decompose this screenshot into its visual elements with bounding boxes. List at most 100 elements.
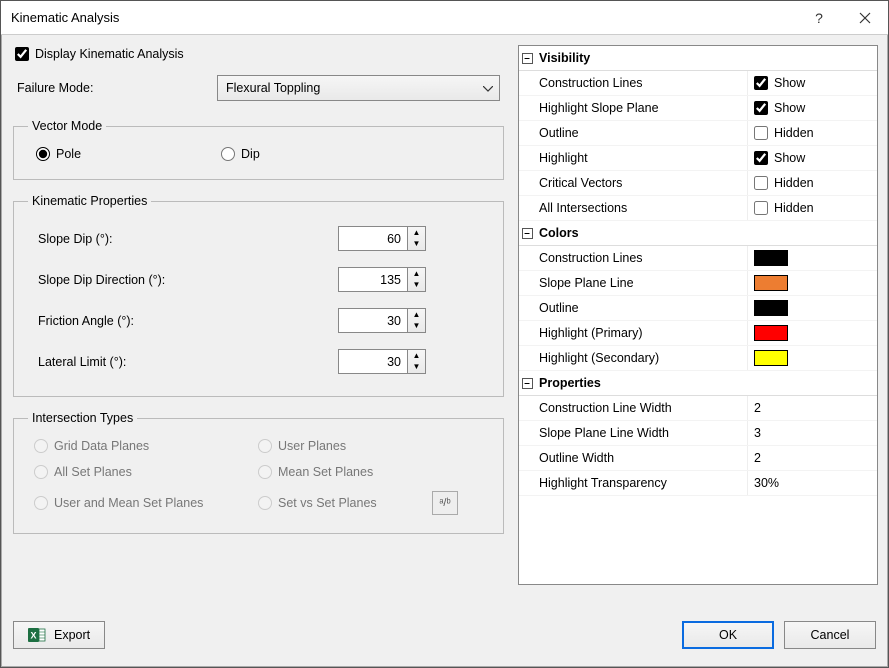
- visibility-highlight-slope-checkbox[interactable]: [754, 101, 768, 115]
- color-highlight-primary-label: Highlight (Primary): [535, 326, 747, 340]
- color-outline-swatch: [754, 300, 788, 316]
- set-vs-set-planes-label: Set vs Set Planes: [278, 496, 377, 510]
- set-vs-set-planes-radio: [258, 496, 272, 510]
- window-title: Kinematic Analysis: [11, 10, 796, 25]
- dialog-window: Kinematic Analysis ? Display Kinematic A…: [0, 0, 889, 668]
- visibility-section-label: Visibility: [535, 51, 877, 65]
- visibility-construction-lines-checkbox[interactable]: [754, 76, 768, 90]
- ok-button[interactable]: OK: [682, 621, 774, 649]
- slope-dip-dir-spinner[interactable]: ▲▼: [408, 267, 426, 292]
- visibility-construction-lines-value[interactable]: Show: [747, 71, 877, 95]
- user-planes-label: User Planes: [278, 439, 346, 453]
- vector-mode-pole-radio[interactable]: [36, 147, 50, 161]
- svg-text:X: X: [30, 631, 36, 641]
- visibility-all-intersections-label: All Intersections: [535, 201, 747, 215]
- colors-section-label: Colors: [535, 226, 877, 240]
- vector-mode-pole[interactable]: Pole: [36, 147, 81, 161]
- intersection-types-fieldset: Intersection Types Grid Data Planes User…: [13, 411, 504, 534]
- lateral-limit-input[interactable]: [338, 349, 408, 374]
- failure-mode-selected: Flexural Toppling: [226, 81, 320, 95]
- mean-set-planes-label: Mean Set Planes: [278, 465, 373, 479]
- friction-angle-spinner[interactable]: ▲▼: [408, 308, 426, 333]
- user-planes-radio: [258, 439, 272, 453]
- slope-dip-label: Slope Dip (°):: [38, 232, 338, 246]
- slope-dip-input[interactable]: [338, 226, 408, 251]
- visibility-all-intersections-checkbox[interactable]: [754, 201, 768, 215]
- intersection-types-legend: Intersection Types: [28, 411, 137, 425]
- kinematic-properties-fieldset: Kinematic Properties Slope Dip (°): ▲▼ S…: [13, 194, 504, 397]
- grid-data-planes-radio: [34, 439, 48, 453]
- vector-mode-dip[interactable]: Dip: [221, 147, 260, 161]
- color-highlight-secondary-swatch: [754, 350, 788, 366]
- collapse-toggle-properties[interactable]: –: [519, 378, 535, 389]
- color-highlight-primary-swatch: [754, 325, 788, 341]
- cancel-button[interactable]: Cancel: [784, 621, 876, 649]
- color-construction-lines-value[interactable]: [747, 246, 877, 270]
- friction-angle-label: Friction Angle (°):: [38, 314, 338, 328]
- color-highlight-secondary-value[interactable]: [747, 346, 877, 370]
- lateral-limit-label: Lateral Limit (°):: [38, 355, 338, 369]
- color-outline-value[interactable]: [747, 296, 877, 320]
- visibility-critical-vectors-value[interactable]: Hidden: [747, 171, 877, 195]
- visibility-critical-vectors-checkbox[interactable]: [754, 176, 768, 190]
- color-slope-plane-label: Slope Plane Line: [535, 276, 747, 290]
- help-button[interactable]: ?: [796, 1, 842, 35]
- display-analysis-checkbox[interactable]: [15, 47, 29, 61]
- prop-slope-width-value[interactable]: 3: [747, 421, 877, 445]
- close-button[interactable]: [842, 1, 888, 35]
- grid-data-planes: Grid Data Planes: [34, 439, 254, 453]
- visibility-highlight-slope-label: Highlight Slope Plane: [535, 101, 747, 115]
- visibility-highlight-slope-value[interactable]: Show: [747, 96, 877, 120]
- lateral-limit-spinner[interactable]: ▲▼: [408, 349, 426, 374]
- grid-data-planes-label: Grid Data Planes: [54, 439, 149, 453]
- export-button-label: Export: [54, 628, 90, 642]
- vector-mode-pole-label: Pole: [56, 147, 81, 161]
- user-mean-set-planes-label: User and Mean Set Planes: [54, 496, 203, 510]
- color-slope-plane-value[interactable]: [747, 271, 877, 295]
- slope-dip-spinner[interactable]: ▲▼: [408, 226, 426, 251]
- ab-toggle-button[interactable]: ᵃ/ᵇ: [432, 491, 458, 515]
- ok-button-label: OK: [719, 628, 737, 642]
- collapse-toggle-colors[interactable]: –: [519, 228, 535, 239]
- color-construction-lines-swatch: [754, 250, 788, 266]
- display-analysis-label: Display Kinematic Analysis: [35, 47, 184, 61]
- color-slope-plane-swatch: [754, 275, 788, 291]
- mean-set-planes-radio: [258, 465, 272, 479]
- color-outline-label: Outline: [535, 301, 747, 315]
- collapse-toggle-visibility[interactable]: –: [519, 53, 535, 64]
- cancel-button-label: Cancel: [811, 628, 850, 642]
- property-grid: – Visibility Construction LinesShow High…: [518, 45, 878, 585]
- friction-angle-input[interactable]: [338, 308, 408, 333]
- visibility-all-intersections-value[interactable]: Hidden: [747, 196, 877, 220]
- vector-mode-legend: Vector Mode: [28, 119, 106, 133]
- prop-highlight-transparency-label: Highlight Transparency: [535, 476, 747, 490]
- user-mean-set-planes-radio: [34, 496, 48, 510]
- visibility-outline-checkbox[interactable]: [754, 126, 768, 140]
- all-set-planes: All Set Planes: [34, 465, 254, 479]
- prop-outline-width-value[interactable]: 2: [747, 446, 877, 470]
- color-highlight-primary-value[interactable]: [747, 321, 877, 345]
- failure-mode-dropdown[interactable]: Flexural Toppling: [217, 75, 500, 101]
- visibility-highlight-value[interactable]: Show: [747, 146, 877, 170]
- prop-construction-width-value[interactable]: 2: [747, 396, 877, 420]
- visibility-construction-lines-label: Construction Lines: [535, 76, 747, 90]
- visibility-outline-label: Outline: [535, 126, 747, 140]
- failure-mode-label: Failure Mode:: [17, 81, 217, 95]
- slope-dip-dir-label: Slope Dip Direction (°):: [38, 273, 338, 287]
- prop-slope-width-label: Slope Plane Line Width: [535, 426, 747, 440]
- properties-section-label: Properties: [535, 376, 877, 390]
- visibility-highlight-checkbox[interactable]: [754, 151, 768, 165]
- vector-mode-fieldset: Vector Mode Pole Dip: [13, 119, 504, 180]
- set-vs-set-planes: Set vs Set Planes: [258, 491, 428, 515]
- visibility-highlight-label: Highlight: [535, 151, 747, 165]
- slope-dip-dir-input[interactable]: [338, 267, 408, 292]
- excel-icon: X: [28, 626, 46, 644]
- prop-highlight-transparency-value[interactable]: 30%: [747, 471, 877, 495]
- all-set-planes-label: All Set Planes: [54, 465, 132, 479]
- user-mean-set-planes: User and Mean Set Planes: [34, 491, 254, 515]
- all-set-planes-radio: [34, 465, 48, 479]
- vector-mode-dip-radio[interactable]: [221, 147, 235, 161]
- visibility-outline-value[interactable]: Hidden: [747, 121, 877, 145]
- prop-construction-width-label: Construction Line Width: [535, 401, 747, 415]
- export-button[interactable]: X Export: [13, 621, 105, 649]
